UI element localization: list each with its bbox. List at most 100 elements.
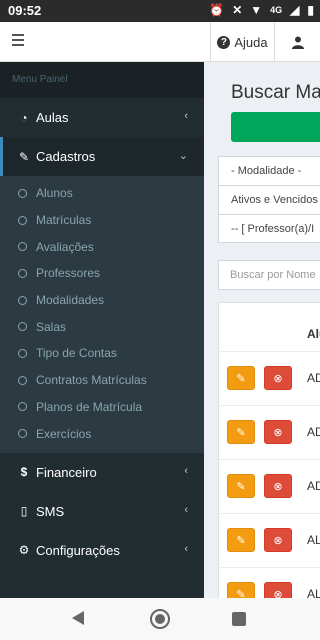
status-time: 09:52 xyxy=(8,3,42,18)
submenu-item-planos-de-matricula[interactable]: Planos de Matrícula xyxy=(0,394,204,421)
edit-button[interactable]: ✎ xyxy=(227,474,255,498)
help-button[interactable]: ? Ajuda xyxy=(210,22,274,62)
delete-button[interactable]: ⊗ xyxy=(264,474,292,498)
cancel-icon: ⊗ xyxy=(273,372,283,385)
circle-icon xyxy=(18,375,27,385)
delete-button[interactable]: ⊗ xyxy=(264,420,292,444)
delete-button[interactable]: ⊗ xyxy=(264,366,292,390)
status-select[interactable]: Ativos e Vencidos xyxy=(218,185,320,214)
user-icon xyxy=(291,36,304,49)
cancel-icon: ⊗ xyxy=(273,588,283,599)
table-row: ✎ ⊗ AD xyxy=(219,351,320,405)
submenu-item-avaliacoes[interactable]: Avaliações xyxy=(0,233,204,260)
edit-button[interactable]: ✎ xyxy=(227,582,255,598)
chevron-left-icon: ‹ xyxy=(184,110,188,122)
circle-icon xyxy=(18,322,27,332)
submenu-item-label: Contratos Matrículas xyxy=(36,373,147,388)
row-name: AL xyxy=(307,587,320,598)
edit-button[interactable]: ✎ xyxy=(227,366,255,390)
sidebar-item-financeiro[interactable]: $ Financeiro ‹ xyxy=(0,453,204,492)
submenu-item-exercicios[interactable]: Exercícios xyxy=(0,420,204,447)
cancel-icon: ⊗ xyxy=(273,480,283,493)
submenu-item-contratos-matriculas[interactable]: Contratos Matrículas xyxy=(0,367,204,394)
system-navigation-bar xyxy=(0,598,320,640)
battery-icon: ▮ xyxy=(307,3,314,17)
question-icon: ? xyxy=(217,35,231,49)
circle-icon xyxy=(18,242,27,252)
professor-select[interactable]: -- [ Professor(a)/I xyxy=(218,214,320,243)
add-button[interactable] xyxy=(231,112,320,142)
search-input[interactable]: Buscar por Nome xyxy=(218,260,320,290)
chevron-left-icon: ‹ xyxy=(184,503,188,516)
edit-icon: ✎ xyxy=(236,588,246,599)
submenu-item-label: Planos de Matrícula xyxy=(36,399,143,414)
table-row: ✎ ⊗ AD xyxy=(219,405,320,459)
table-row: ✎ ⊗ AL xyxy=(219,567,320,598)
row-name: AD xyxy=(307,425,320,439)
submenu-item-matriculas[interactable]: Matrículas xyxy=(0,207,204,234)
top-navbar: ? Ajuda xyxy=(0,22,320,62)
edit-button[interactable]: ✎ xyxy=(227,420,255,444)
status-icons: ⏰ ✕ ▼ 4G ◢ ▮ xyxy=(209,3,314,17)
sidebar-item-configuracoes[interactable]: ⚙ Configurações ‹ xyxy=(0,531,204,570)
circle-icon xyxy=(18,429,27,439)
submenu-item-modalidades[interactable]: Modalidades xyxy=(0,287,204,314)
sidebar-item-label: Financeiro xyxy=(36,464,97,480)
signal-label: 4G xyxy=(270,5,283,15)
modalidade-select[interactable]: - Modalidade - xyxy=(218,156,320,185)
menu-toggle-icon[interactable] xyxy=(12,34,24,48)
delete-button[interactable]: ⊗ xyxy=(264,528,292,552)
sidebar-item-label: Aulas xyxy=(36,110,69,125)
circle-icon xyxy=(18,402,27,412)
students-table: Alu ✎ ⊗ AD ✎ ⊗ AD ✎ ⊗ AD ✎ ⊗ AL ✎ ⊗ AL xyxy=(218,302,320,598)
submenu-item-alunos[interactable]: Alunos xyxy=(0,180,204,207)
sidebar-item-label: Configurações xyxy=(36,542,120,558)
submenu-item-label: Matrículas xyxy=(36,213,92,228)
submenu-item-salas[interactable]: Salas xyxy=(0,313,204,340)
delete-button[interactable]: ⊗ xyxy=(264,582,292,598)
chevron-left-icon: ‹ xyxy=(184,464,188,477)
wifi-icon: ▼ xyxy=(250,3,263,17)
submenu-item-professores[interactable]: Professores xyxy=(0,260,204,287)
edit-button[interactable]: ✎ xyxy=(227,528,255,552)
edit-icon: ✎ xyxy=(236,534,246,547)
dashboard-icon: ◔ xyxy=(20,110,28,125)
sidebar-item-aulas[interactable]: ◔ Aulas ‹ xyxy=(0,98,204,137)
edit-icon: ✎ xyxy=(236,426,246,439)
submenu-item-label: Alunos xyxy=(36,186,73,201)
sidebar-header: Menu Painel xyxy=(0,62,204,98)
dollar-icon: $ xyxy=(20,465,28,480)
submenu-item-tipo-de-contas[interactable]: Tipo de Contas xyxy=(0,340,204,367)
circle-icon xyxy=(18,268,27,278)
signal-icon: ◢ xyxy=(290,3,300,17)
chevron-down-icon: ⌄ xyxy=(178,150,188,162)
sidebar-item-sms[interactable]: ▯ SMS ‹ xyxy=(0,492,204,531)
sidebar-item-cadastros[interactable]: ✎ Cadastros ⌄ xyxy=(0,137,204,176)
home-icon[interactable] xyxy=(150,609,170,629)
recent-apps-icon[interactable] xyxy=(232,612,246,626)
notifications-off-icon: ✕ xyxy=(232,3,243,17)
row-name: AD xyxy=(307,371,320,385)
submenu-item-label: Avaliações xyxy=(36,239,94,254)
gear-icon: ⚙ xyxy=(18,543,30,558)
cadastros-submenu: Alunos Matrículas Avaliações Professores… xyxy=(0,176,204,453)
back-icon[interactable] xyxy=(72,611,84,625)
filters: - Modalidade - Ativos e Vencidos -- [ Pr… xyxy=(218,156,320,243)
user-button[interactable] xyxy=(274,22,320,62)
submenu-item-label: Exercícios xyxy=(36,426,92,441)
circle-icon xyxy=(18,188,27,198)
status-bar: 09:52 ⏰ ✕ ▼ 4G ◢ ▮ xyxy=(0,0,320,22)
help-label: Ajuda xyxy=(234,34,268,50)
table-row: ✎ ⊗ AD xyxy=(219,459,320,513)
submenu-item-label: Tipo de Contas xyxy=(36,346,117,361)
cancel-icon: ⊗ xyxy=(273,534,283,547)
circle-icon xyxy=(18,348,27,358)
row-name: AL xyxy=(307,533,320,547)
sidebar-item-label: SMS xyxy=(36,503,65,519)
alarm-icon: ⏰ xyxy=(209,3,225,17)
table-row: ✎ ⊗ AL xyxy=(219,513,320,567)
edit-icon: ✎ xyxy=(236,480,246,493)
table-column-header: Alu xyxy=(307,327,320,341)
chevron-left-icon: ‹ xyxy=(184,542,188,555)
sidebar-item-label: Cadastros xyxy=(36,149,96,164)
